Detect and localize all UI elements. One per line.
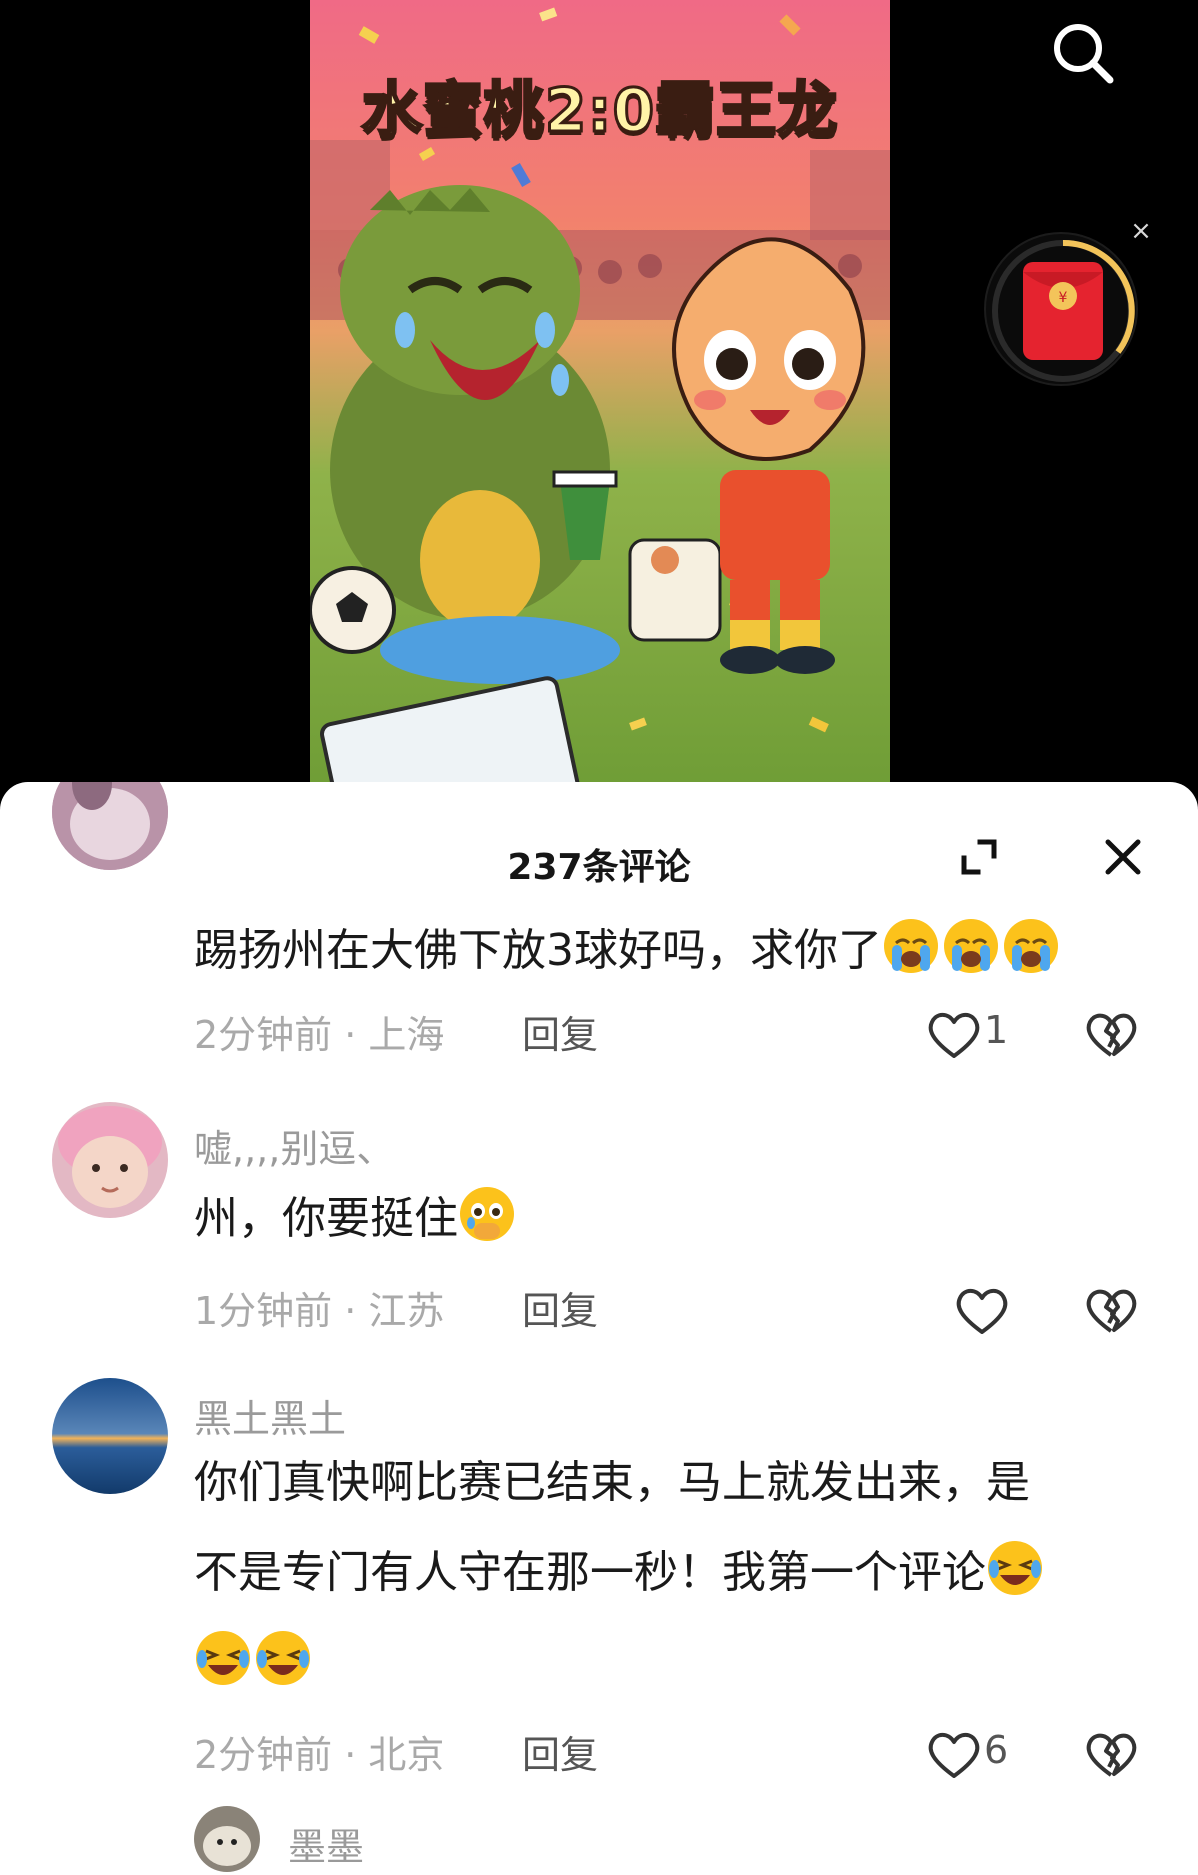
avatar[interactable] <box>52 782 168 870</box>
heart-icon[interactable] <box>952 1280 1012 1340</box>
comment-meta: 2分钟前 · 上海 <box>194 1013 445 1057</box>
comment-username[interactable]: 黑土黑土 <box>194 1388 346 1443</box>
comment-meta: 1分钟前 · 江苏 <box>194 1289 445 1333</box>
reply-button[interactable]: 回复 <box>522 1724 598 1779</box>
loudly-crying-emoji <box>1004 919 1058 973</box>
comment-text-body: 踢扬州在大佛下放3球好吗，求你了 <box>194 925 882 976</box>
broken-heart-icon[interactable] <box>1082 1005 1140 1063</box>
broken-heart-icon[interactable] <box>1082 1725 1140 1783</box>
like-count: 6 <box>984 1728 1009 1772</box>
comment-text: 踢扬州在大佛下放3球好吗，求你了 <box>194 906 1134 996</box>
comment-item: 嘘,,,,别逗、 州，你要挺住 1分钟前 · 江苏 回复 <box>0 1102 1198 1362</box>
red-packet-icon: ¥ <box>992 239 1135 382</box>
like-count: 1 <box>984 1008 1009 1052</box>
broken-heart-icon[interactable] <box>1082 1281 1140 1339</box>
comment-text: 州，你要挺住 <box>194 1174 1134 1264</box>
comment-text-line <box>194 1618 1134 1708</box>
comment-text-line: 不是专门有人守在那一秒！我第一个评论 <box>194 1528 1134 1618</box>
comment-username[interactable]: 嘘,,,,别逗、 <box>194 1118 394 1173</box>
heart-icon[interactable] <box>924 1724 984 1784</box>
video-player[interactable]: 水蜜桃2:0霸王龙 × ¥ <box>0 0 1198 800</box>
avatar[interactable] <box>52 1102 168 1218</box>
avatar[interactable] <box>194 1806 260 1872</box>
search-icon[interactable] <box>1044 14 1124 94</box>
reply-button[interactable]: 回复 <box>522 1004 598 1059</box>
reply-button[interactable]: 回复 <box>522 1280 598 1335</box>
red-packet-widget[interactable]: ¥ <box>984 232 1138 386</box>
comment-username[interactable]: 墨墨 <box>288 1816 364 1871</box>
comment-text-body: 州，你要挺住 <box>194 1193 458 1244</box>
loudly-crying-emoji <box>884 919 938 973</box>
rolling-laughing-emoji <box>196 1631 250 1685</box>
poster-title: 水蜜桃2:0霸王龙 <box>360 75 839 148</box>
comment-meta: 2分钟前 · 北京 <box>194 1733 445 1777</box>
comment-item: 黑土黑土 你们真快啊比赛已结束，马上就发出来，是 不是专门有人守在那一秒！我第一… <box>0 1378 1198 1778</box>
comment-item: 墨墨 <box>0 1806 1198 1875</box>
comment-sheet: 237条评论 踢扬州在大佛下放3球好吗，求你了 2分钟前 · 上海 回复 1 嘘… <box>0 782 1198 1875</box>
holding-back-tears-emoji <box>460 1187 514 1241</box>
rolling-laughing-emoji <box>988 1541 1042 1595</box>
comment-text-line-body: 不是专门有人守在那一秒！我第一个评论 <box>194 1547 986 1598</box>
comment-item: 踢扬州在大佛下放3球好吗，求你了 2分钟前 · 上海 回复 1 <box>0 782 1198 1092</box>
comment-text: 你们真快啊比赛已结束，马上就发出来，是 不是专门有人守在那一秒！我第一个评论 <box>194 1438 1134 1718</box>
rolling-laughing-emoji <box>256 1631 310 1685</box>
avatar[interactable] <box>52 1378 168 1494</box>
svg-text:¥: ¥ <box>1059 290 1068 306</box>
heart-icon[interactable] <box>924 1004 984 1064</box>
loudly-crying-emoji <box>944 919 998 973</box>
video-poster: 水蜜桃2:0霸王龙 <box>310 0 890 790</box>
comment-text-line: 你们真快啊比赛已结束，马上就发出来，是 <box>194 1457 1030 1508</box>
